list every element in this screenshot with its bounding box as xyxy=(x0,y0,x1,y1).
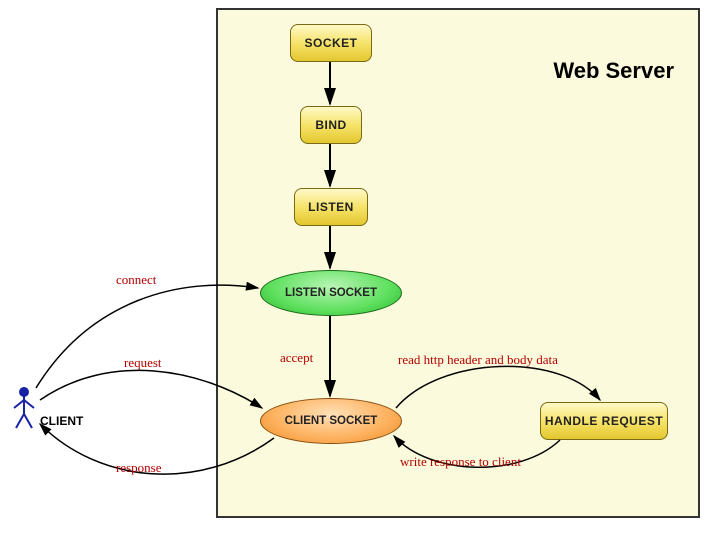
handle-request-node: HANDLE REQUEST xyxy=(540,402,668,440)
client-socket-label: CLIENT SOCKET xyxy=(285,415,378,427)
accept-label: accept xyxy=(280,350,313,366)
web-server-title: Web Server xyxy=(553,58,674,84)
listen-socket-node: LISTEN SOCKET xyxy=(260,270,402,316)
bind-node: BIND xyxy=(300,106,362,144)
client-icon xyxy=(14,388,34,428)
response-label: response xyxy=(116,460,162,476)
listen-node-label: LISTEN xyxy=(308,200,354,214)
bind-node-label: BIND xyxy=(315,118,346,132)
socket-node-label: SOCKET xyxy=(304,36,357,50)
listen-socket-label: LISTEN SOCKET xyxy=(285,287,377,299)
listen-node: LISTEN xyxy=(294,188,368,226)
write-label: write response to client xyxy=(400,454,521,470)
client-socket-node: CLIENT SOCKET xyxy=(260,398,402,444)
request-label: request xyxy=(124,355,162,371)
client-label: CLIENT xyxy=(40,414,83,428)
handle-request-node-label: HANDLE REQUEST xyxy=(545,414,663,428)
read-label: read http header and body data xyxy=(398,352,558,368)
socket-node: SOCKET xyxy=(290,24,372,62)
connect-label: connect xyxy=(116,272,156,288)
web-server-container: Web Server xyxy=(216,8,700,518)
